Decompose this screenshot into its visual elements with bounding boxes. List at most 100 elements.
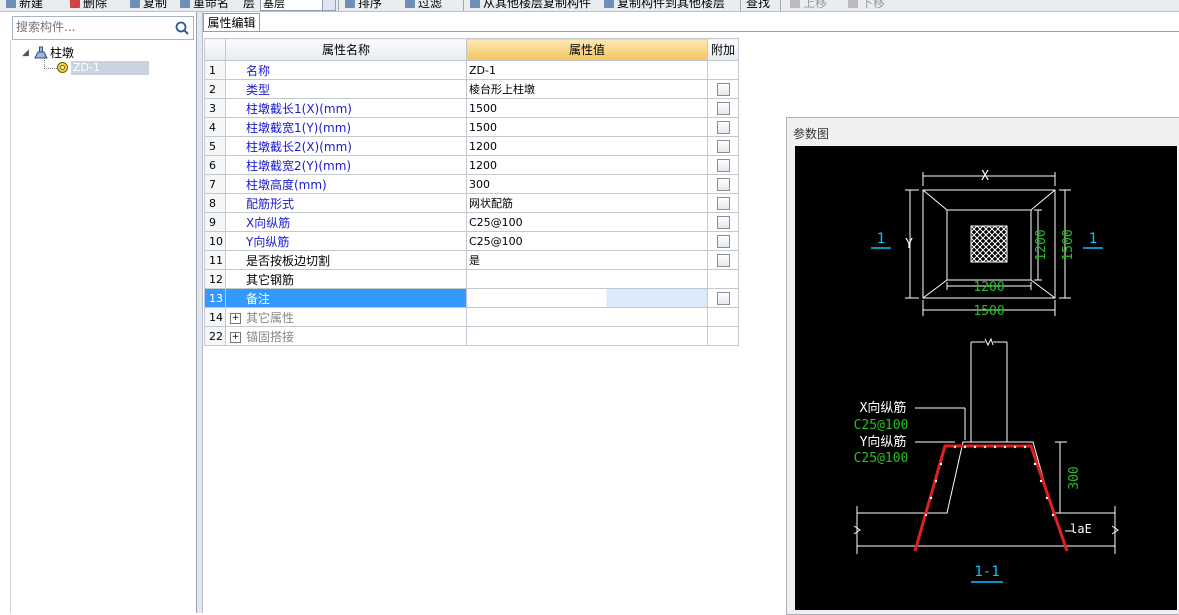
property-value-cell[interactable] bbox=[466, 307, 708, 327]
header-extra[interactable]: 附加 bbox=[707, 38, 739, 61]
find-button[interactable]: 查找 bbox=[746, 0, 770, 11]
sort-button[interactable]: 排序 bbox=[345, 0, 382, 11]
row-number[interactable]: 8 bbox=[204, 193, 226, 213]
property-name-cell[interactable]: 是否按板边切割 bbox=[225, 250, 467, 270]
extra-checkbox[interactable] bbox=[716, 120, 730, 134]
property-name-cell[interactable]: 柱墩高度(mm) bbox=[225, 174, 467, 194]
property-value-cell[interactable]: 1200 bbox=[466, 155, 708, 175]
property-name-text: 备注 bbox=[246, 291, 271, 306]
table-row[interactable]: 3 柱墩截长1(X)(mm) 1500 bbox=[204, 98, 739, 118]
table-row[interactable]: 12 其它钢筋 bbox=[204, 269, 739, 289]
row-number[interactable]: 1 bbox=[204, 60, 226, 80]
row-number[interactable]: 22 bbox=[204, 326, 226, 346]
extra-checkbox[interactable] bbox=[716, 291, 730, 305]
row-number[interactable]: 3 bbox=[204, 98, 226, 118]
property-value-cell[interactable] bbox=[466, 326, 708, 346]
row-number[interactable]: 2 bbox=[204, 79, 226, 99]
extra-checkbox[interactable] bbox=[716, 177, 730, 191]
parameter-diagram-panel: 参数图 X Y 1200 1500 1200 1500 1 1 X向纵筋 C25… bbox=[786, 117, 1179, 615]
search-input[interactable] bbox=[13, 17, 166, 37]
row-number[interactable]: 14 bbox=[204, 307, 226, 327]
table-row[interactable]: 14 + 其它属性 bbox=[204, 307, 739, 327]
expand-plus-icon[interactable]: + bbox=[230, 331, 241, 343]
extra-checkbox[interactable] bbox=[716, 101, 730, 115]
move-down-button[interactable]: 下移 bbox=[848, 0, 885, 11]
table-row[interactable]: 2 类型 棱台形上柱墩 bbox=[204, 79, 739, 99]
table-row[interactable]: 9 X向纵筋 C25@100 bbox=[204, 212, 739, 232]
copy-from-floor-button[interactable]: 从其他楼层复制构件 bbox=[470, 0, 591, 11]
property-name-cell[interactable]: 柱墩截长2(X)(mm) bbox=[225, 136, 467, 156]
copy-from-floor-icon bbox=[470, 0, 480, 8]
extra-checkbox[interactable] bbox=[716, 196, 730, 210]
floor-select[interactable]: 基层 bbox=[260, 0, 324, 11]
row-number[interactable]: 11 bbox=[204, 250, 226, 270]
move-up-button[interactable]: 上移 bbox=[790, 0, 827, 11]
row-number[interactable]: 5 bbox=[204, 136, 226, 156]
extra-checkbox[interactable] bbox=[716, 158, 730, 172]
header-property-value[interactable]: 属性值 bbox=[466, 38, 708, 61]
table-row[interactable]: 10 Y向纵筋 C25@100 bbox=[204, 231, 739, 251]
property-name-cell[interactable]: 名称 bbox=[225, 60, 467, 80]
property-value-cell[interactable]: C25@100 bbox=[466, 212, 708, 232]
property-value-cell[interactable]: 是 bbox=[466, 250, 708, 270]
property-name-cell[interactable]: 柱墩截长1(X)(mm) bbox=[225, 98, 467, 118]
property-name-cell[interactable]: 柱墩截宽1(Y)(mm) bbox=[225, 117, 467, 137]
table-row[interactable]: 11 是否按板边切割 是 bbox=[204, 250, 739, 270]
splitter[interactable] bbox=[197, 12, 203, 613]
collapse-arrow-icon[interactable]: ◢ bbox=[22, 48, 32, 58]
row-number[interactable]: 4 bbox=[204, 117, 226, 137]
table-row[interactable]: 1 名称 ZD-1 bbox=[204, 60, 739, 80]
property-name-cell[interactable]: X向纵筋 bbox=[225, 212, 467, 232]
property-value-cell[interactable]: 网状配筋 bbox=[466, 193, 708, 213]
extra-checkbox[interactable] bbox=[716, 234, 730, 248]
delete-button[interactable]: 删除 bbox=[70, 0, 107, 11]
property-value-cell[interactable]: C25@100 bbox=[466, 231, 708, 251]
floor-dropdown-button[interactable] bbox=[322, 0, 336, 11]
property-value-cell[interactable]: 1500 bbox=[466, 117, 708, 137]
extra-cell bbox=[707, 155, 739, 175]
rename-button[interactable]: 重命名 bbox=[180, 0, 229, 11]
row-number[interactable]: 13 bbox=[204, 288, 226, 308]
row-number[interactable]: 7 bbox=[204, 174, 226, 194]
new-button[interactable]: 新建 bbox=[6, 0, 43, 11]
property-value-cell[interactable]: 1500 bbox=[466, 98, 708, 118]
row-number[interactable]: 12 bbox=[204, 269, 226, 289]
plan-inner-height: 1200 bbox=[1034, 229, 1049, 260]
property-value-cell[interactable]: ZD-1 bbox=[466, 60, 708, 80]
table-row[interactable]: 8 配筋形式 网状配筋 bbox=[204, 193, 739, 213]
property-value-cell[interactable] bbox=[466, 269, 708, 289]
copy-button[interactable]: 复制 bbox=[130, 0, 167, 11]
header-property-name[interactable]: 属性名称 bbox=[225, 38, 467, 61]
property-name-cell[interactable]: 类型 bbox=[225, 79, 467, 99]
extra-checkbox[interactable] bbox=[716, 215, 730, 229]
property-name-cell[interactable]: + 其它属性 bbox=[225, 307, 467, 327]
property-value-cell[interactable]: 棱台形上柱墩 bbox=[466, 79, 708, 99]
filter-button[interactable]: 过滤 bbox=[405, 0, 442, 11]
expand-plus-icon[interactable]: + bbox=[230, 312, 241, 324]
tab-property-edit[interactable]: 属性编辑 bbox=[203, 13, 260, 32]
property-value-cell[interactable]: 1200 bbox=[466, 136, 708, 156]
row-number[interactable]: 9 bbox=[204, 212, 226, 232]
table-row[interactable]: 13 备注 bbox=[204, 288, 739, 308]
table-row[interactable]: 6 柱墩截宽2(Y)(mm) 1200 bbox=[204, 155, 739, 175]
property-name-cell[interactable]: + 锚固搭接 bbox=[225, 326, 467, 346]
property-name-cell[interactable]: 配筋形式 bbox=[225, 193, 467, 213]
table-row[interactable]: 7 柱墩高度(mm) 300 bbox=[204, 174, 739, 194]
extra-checkbox[interactable] bbox=[716, 253, 730, 267]
property-name-cell[interactable]: 备注 bbox=[225, 288, 467, 308]
extra-checkbox[interactable] bbox=[716, 139, 730, 153]
row-number[interactable]: 10 bbox=[204, 231, 226, 251]
property-name-cell[interactable]: 其它钢筋 bbox=[225, 269, 467, 289]
table-row[interactable]: 22 + 锚固搭接 bbox=[204, 326, 739, 346]
extra-checkbox[interactable] bbox=[716, 82, 730, 96]
property-value-cell[interactable] bbox=[466, 288, 708, 308]
copy-to-floor-button[interactable]: 复制构件到其他楼层 bbox=[604, 0, 725, 11]
table-row[interactable]: 5 柱墩截长2(X)(mm) 1200 bbox=[204, 136, 739, 156]
extra-cell bbox=[707, 136, 739, 156]
property-name-cell[interactable]: Y向纵筋 bbox=[225, 231, 467, 251]
property-value-cell[interactable]: 300 bbox=[466, 174, 708, 194]
search-icon[interactable] bbox=[174, 20, 190, 36]
table-row[interactable]: 4 柱墩截宽1(Y)(mm) 1500 bbox=[204, 117, 739, 137]
property-name-cell[interactable]: 柱墩截宽2(Y)(mm) bbox=[225, 155, 467, 175]
row-number[interactable]: 6 bbox=[204, 155, 226, 175]
